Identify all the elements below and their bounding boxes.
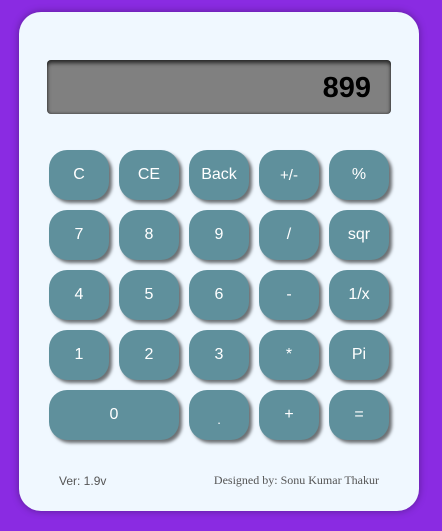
equals-button[interactable]: = [329, 390, 389, 440]
back-button-label: Back [201, 166, 237, 183]
five-button-label: 5 [144, 286, 154, 303]
percent-button-label: % [351, 166, 367, 183]
five-button[interactable]: 5 [119, 270, 179, 320]
decimal-button-label: . [217, 411, 221, 427]
three-button[interactable]: 3 [189, 330, 249, 380]
seven-button[interactable]: 7 [49, 210, 109, 260]
reciprocal-button-label: 1/x [348, 286, 370, 303]
zero-button[interactable]: 0 [49, 390, 179, 440]
nine-button[interactable]: 9 [189, 210, 249, 260]
calculator-panel: 899 C CE Back +/- % 7 8 9 / sqr 4 5 6 - [19, 12, 419, 511]
clear-button[interactable]: C [49, 150, 109, 200]
minus-button[interactable]: - [259, 270, 319, 320]
plus-button[interactable]: + [259, 390, 319, 440]
plus-minus-button-label: +/- [280, 166, 298, 184]
decimal-button[interactable]: . [189, 390, 249, 440]
two-button-label: 2 [144, 346, 154, 363]
six-button-label: 6 [214, 286, 224, 303]
sqr-button-label: sqr [347, 226, 371, 243]
plus-minus-button[interactable]: +/- [259, 150, 319, 200]
four-button[interactable]: 4 [49, 270, 109, 320]
sqr-button[interactable]: sqr [329, 210, 389, 260]
clear-entry-button[interactable]: CE [119, 150, 179, 200]
pi-button-label: Pi [351, 346, 367, 363]
multiply-button[interactable]: * [259, 330, 319, 380]
back-button[interactable]: Back [189, 150, 249, 200]
percent-button[interactable]: % [329, 150, 389, 200]
divide-button[interactable]: / [259, 210, 319, 260]
nine-button-label: 9 [214, 226, 224, 243]
pi-button[interactable]: Pi [329, 330, 389, 380]
one-button-label: 1 [74, 346, 84, 363]
display-value: 899 [322, 71, 371, 104]
divide-button-label: / [286, 226, 292, 243]
eight-button-label: 8 [144, 226, 154, 243]
plus-button-label: + [284, 406, 294, 423]
two-button[interactable]: 2 [119, 330, 179, 380]
zero-button-label: 0 [109, 406, 119, 423]
clear-button-label: C [73, 166, 85, 183]
version-label: Ver: 1.9v [59, 474, 107, 488]
three-button-label: 3 [214, 346, 224, 363]
reciprocal-button[interactable]: 1/x [329, 270, 389, 320]
eight-button[interactable]: 8 [119, 210, 179, 260]
clear-entry-button-label: CE [137, 166, 161, 183]
multiply-button-label: * [285, 346, 293, 363]
six-button[interactable]: 6 [189, 270, 249, 320]
minus-button-label: - [286, 286, 292, 303]
four-button-label: 4 [74, 286, 84, 303]
equals-button-label: = [354, 406, 364, 423]
calculator-display: 899 [47, 60, 391, 114]
credit-label: Designed by: Sonu Kumar Thakur [213, 473, 379, 487]
seven-button-label: 7 [74, 226, 84, 243]
one-button[interactable]: 1 [49, 330, 109, 380]
